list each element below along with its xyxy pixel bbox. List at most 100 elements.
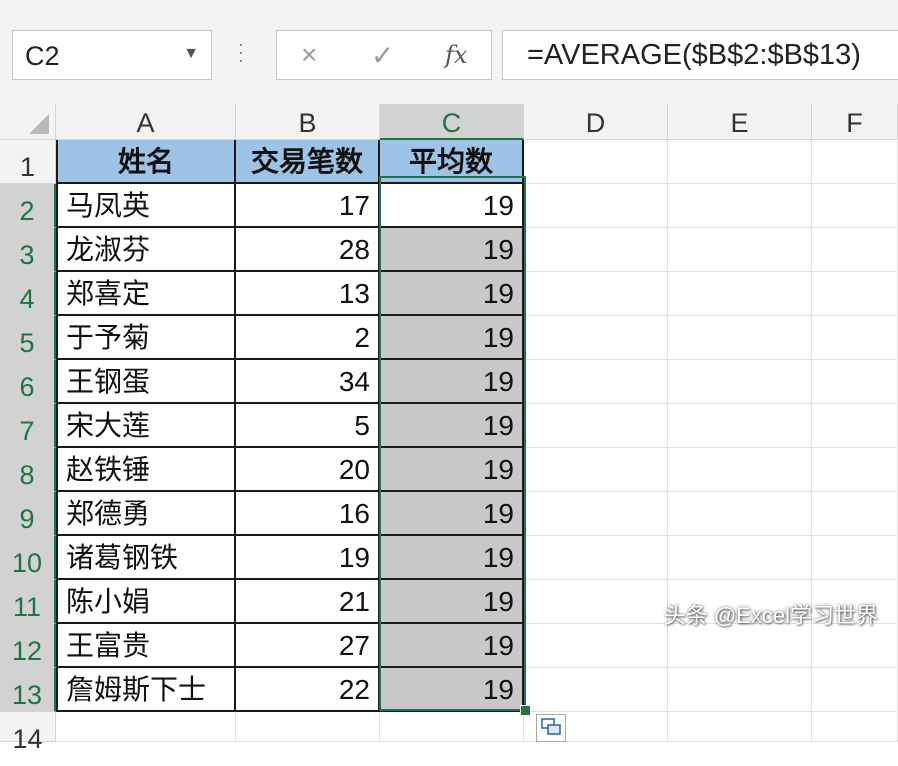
row-header-10[interactable]: 10 bbox=[0, 536, 56, 580]
row-header-2[interactable]: 2 bbox=[0, 184, 56, 228]
name-cell[interactable]: 宋大莲 bbox=[56, 404, 236, 448]
row-header-12[interactable]: 12 bbox=[0, 624, 56, 668]
cell[interactable] bbox=[668, 448, 812, 492]
cell[interactable] bbox=[812, 228, 898, 272]
row-header-6[interactable]: 6 bbox=[0, 360, 56, 404]
row-header-1[interactable]: 1 bbox=[0, 140, 56, 184]
name-cell[interactable]: 赵铁锤 bbox=[56, 448, 236, 492]
column-header-b[interactable]: B bbox=[236, 104, 380, 140]
cell[interactable] bbox=[524, 272, 668, 316]
cell[interactable] bbox=[668, 492, 812, 536]
cell[interactable] bbox=[524, 492, 668, 536]
cell[interactable] bbox=[524, 140, 668, 184]
cell[interactable] bbox=[812, 184, 898, 228]
name-cell[interactable]: 诸葛钢铁 bbox=[56, 536, 236, 580]
active-cell[interactable]: 19 bbox=[380, 184, 524, 228]
column-header-a[interactable]: A bbox=[56, 104, 236, 140]
cell[interactable] bbox=[812, 360, 898, 404]
count-cell[interactable]: 22 bbox=[236, 668, 380, 712]
count-cell[interactable]: 21 bbox=[236, 580, 380, 624]
cell[interactable] bbox=[524, 668, 668, 712]
count-cell[interactable]: 19 bbox=[236, 536, 380, 580]
cell[interactable] bbox=[380, 712, 524, 742]
table-header-cell[interactable]: 交易笔数 bbox=[236, 140, 380, 184]
cell[interactable] bbox=[524, 228, 668, 272]
cell[interactable] bbox=[668, 272, 812, 316]
cell[interactable] bbox=[812, 448, 898, 492]
cell[interactable] bbox=[668, 404, 812, 448]
cell[interactable] bbox=[524, 184, 668, 228]
cell[interactable] bbox=[524, 316, 668, 360]
cell[interactable] bbox=[524, 360, 668, 404]
count-cell[interactable]: 5 bbox=[236, 404, 380, 448]
column-header-e[interactable]: E bbox=[668, 104, 812, 140]
count-cell[interactable]: 27 bbox=[236, 624, 380, 668]
name-cell[interactable]: 郑喜定 bbox=[56, 272, 236, 316]
cell[interactable] bbox=[524, 448, 668, 492]
average-cell[interactable]: 19 bbox=[380, 492, 524, 536]
cell[interactable] bbox=[812, 712, 898, 742]
row-header-14[interactable]: 14 bbox=[0, 712, 56, 754]
row-header-9[interactable]: 9 bbox=[0, 492, 56, 536]
name-cell[interactable]: 陈小娟 bbox=[56, 580, 236, 624]
average-cell[interactable]: 19 bbox=[380, 316, 524, 360]
cell[interactable] bbox=[236, 712, 380, 742]
column-header-d[interactable]: D bbox=[524, 104, 668, 140]
row-header-5[interactable]: 5 bbox=[0, 316, 56, 360]
cell[interactable] bbox=[812, 404, 898, 448]
average-cell[interactable]: 19 bbox=[380, 668, 524, 712]
count-cell[interactable]: 20 bbox=[236, 448, 380, 492]
column-header-f[interactable]: F bbox=[812, 104, 898, 140]
name-cell[interactable]: 郑德勇 bbox=[56, 492, 236, 536]
name-cell[interactable]: 龙淑芬 bbox=[56, 228, 236, 272]
cell[interactable] bbox=[668, 316, 812, 360]
name-cell[interactable]: 王富贵 bbox=[56, 624, 236, 668]
cell[interactable] bbox=[812, 316, 898, 360]
name-cell[interactable]: 王钢蛋 bbox=[56, 360, 236, 404]
cell[interactable] bbox=[668, 184, 812, 228]
check-icon[interactable]: ✓ bbox=[371, 39, 394, 72]
average-cell[interactable]: 19 bbox=[380, 272, 524, 316]
row-header-4[interactable]: 4 bbox=[0, 272, 56, 316]
count-cell[interactable]: 28 bbox=[236, 228, 380, 272]
formula-input[interactable]: =AVERAGE($B$2:$B$13) bbox=[502, 30, 898, 80]
cell[interactable] bbox=[56, 712, 236, 742]
insert-function-icon[interactable]: fx bbox=[445, 41, 467, 69]
average-cell[interactable]: 19 bbox=[380, 228, 524, 272]
cell[interactable] bbox=[812, 536, 898, 580]
select-all-corner[interactable] bbox=[0, 104, 56, 140]
row-header-7[interactable]: 7 bbox=[0, 404, 56, 448]
cell[interactable] bbox=[668, 360, 812, 404]
cell[interactable] bbox=[524, 536, 668, 580]
cell[interactable] bbox=[668, 140, 812, 184]
table-header-cell[interactable]: 平均数 bbox=[380, 140, 524, 184]
table-header-cell[interactable]: 姓名 bbox=[56, 140, 236, 184]
cell[interactable] bbox=[524, 624, 668, 668]
cell[interactable] bbox=[524, 404, 668, 448]
average-cell[interactable]: 19 bbox=[380, 580, 524, 624]
row-header-11[interactable]: 11 bbox=[0, 580, 56, 624]
cell[interactable] bbox=[812, 624, 898, 668]
average-cell[interactable]: 19 bbox=[380, 448, 524, 492]
cell[interactable] bbox=[668, 228, 812, 272]
name-cell[interactable]: 马凤英 bbox=[56, 184, 236, 228]
average-cell[interactable]: 19 bbox=[380, 360, 524, 404]
cell[interactable] bbox=[812, 272, 898, 316]
column-header-c[interactable]: C bbox=[380, 104, 524, 140]
fill-handle[interactable] bbox=[520, 705, 531, 716]
cell[interactable] bbox=[812, 668, 898, 712]
auto-fill-options-icon[interactable] bbox=[536, 714, 566, 742]
name-cell[interactable]: 詹姆斯下士 bbox=[56, 668, 236, 712]
cell[interactable] bbox=[668, 668, 812, 712]
count-cell[interactable]: 17 bbox=[236, 184, 380, 228]
count-cell[interactable]: 34 bbox=[236, 360, 380, 404]
chevron-down-icon[interactable]: ▼ bbox=[183, 45, 199, 63]
count-cell[interactable]: 2 bbox=[236, 316, 380, 360]
cell[interactable] bbox=[812, 140, 898, 184]
count-cell[interactable]: 13 bbox=[236, 272, 380, 316]
row-header-3[interactable]: 3 bbox=[0, 228, 56, 272]
row-header-8[interactable]: 8 bbox=[0, 448, 56, 492]
name-box[interactable]: C2 ▼ bbox=[12, 30, 212, 80]
count-cell[interactable]: 16 bbox=[236, 492, 380, 536]
name-cell[interactable]: 于予菊 bbox=[56, 316, 236, 360]
